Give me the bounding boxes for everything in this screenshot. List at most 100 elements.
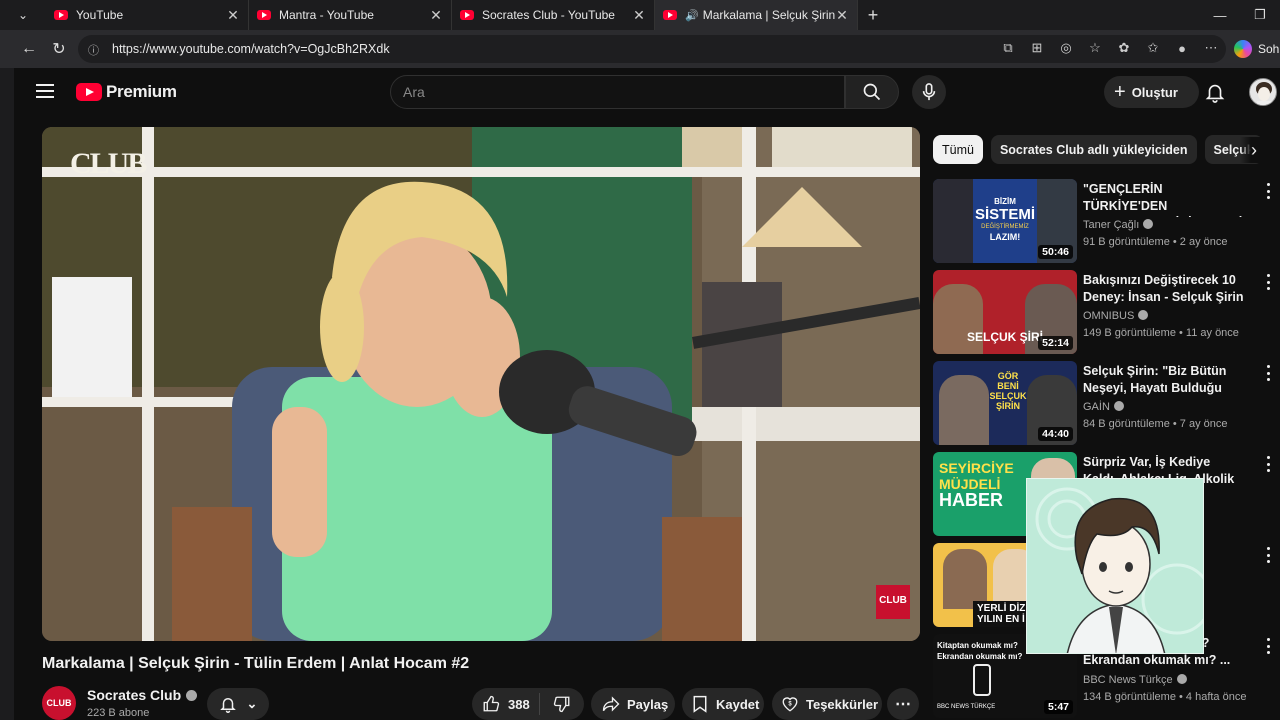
browser-tab-socrates[interactable]: Socrates Club - YouTube ✕ [452, 0, 655, 30]
video-thumbnail[interactable]: GÖR BENİ SELÇUK ŞİRİN 44:40 [933, 361, 1077, 445]
kebab-menu-icon[interactable] [1265, 638, 1271, 654]
svg-text:$: $ [788, 702, 792, 708]
copilot-icon [1234, 40, 1252, 58]
chip-from-uploader[interactable]: Socrates Club adlı yükleyiciden [990, 135, 1197, 164]
notifications-bell-icon[interactable] [1204, 81, 1226, 103]
channel-avatar[interactable]: CLUB [42, 686, 76, 720]
kebab-menu-icon[interactable] [1265, 365, 1271, 381]
video-duration: 5:47 [1043, 700, 1073, 714]
corner-watermark: CLUB [879, 595, 907, 606]
thanks-label: Teşekkürler [806, 696, 879, 712]
browser-sidebar-edge [0, 68, 14, 720]
thumb-text: Kitaptan okumak mı? [937, 641, 1018, 650]
verified-check-icon [1138, 310, 1149, 320]
apps-icon[interactable]: ⊞ [1028, 37, 1046, 59]
search-input[interactable]: Ara [390, 75, 845, 109]
recommendation-meta: 134 B görüntüleme • 4 hafta önce [1083, 691, 1247, 703]
tab-actions-chevron-icon[interactable]: ⌄ [0, 0, 46, 30]
search-button[interactable] [845, 75, 899, 109]
recommendation-title[interactable]: Bakışınızı Değiştirecek 10 Deney: İnsan … [1083, 272, 1247, 308]
like-button[interactable]: 388 [472, 693, 540, 715]
voice-search-button[interactable] [912, 75, 946, 109]
maximize-icon[interactable]: ❐ [1240, 0, 1280, 30]
recommendation-channel[interactable]: Taner Çağlı [1083, 219, 1154, 231]
video-thumbnail[interactable]: BİZİM SİSTEMİ DEĞİŞTİRMEMİZ LAZIM! 50:46 [933, 179, 1077, 263]
video-duration: 44:40 [1038, 427, 1073, 441]
recommendation-title[interactable]: "GENÇLERİN TÜRKİYE'DEN AYRILMASININ İKİ … [1083, 181, 1247, 217]
recommendation-title[interactable]: Selçuk Şirin: "Biz Bütün Neşeyi, Hayatı … [1083, 363, 1247, 399]
channel-text: BBC News Türkçe [1083, 674, 1173, 686]
youtube-logo[interactable]: Premium [76, 82, 177, 102]
close-tab-icon[interactable]: ✕ [835, 7, 849, 24]
favorites-icon[interactable]: ✩ [1144, 37, 1162, 59]
window-controls: — ❐ [1200, 0, 1280, 30]
recommendation-channel[interactable]: OMNIBUS [1083, 310, 1149, 322]
translate-icon[interactable]: ⧉ [999, 37, 1017, 59]
browser-tab-youtube[interactable]: YouTube ✕ [46, 0, 249, 30]
browser-tab-mantra[interactable]: Mantra - YouTube ✕ [249, 0, 452, 30]
recommendation-item[interactable]: BİZİM SİSTEMİ DEĞİŞTİRMEMİZ LAZIM! 50:46… [933, 179, 1278, 263]
close-tab-icon[interactable]: ✕ [429, 7, 443, 24]
refresh-icon[interactable]: ↻ [44, 34, 74, 64]
site-info-icon[interactable]: ⓘ [88, 42, 102, 57]
kebab-menu-icon[interactable] [1265, 274, 1271, 290]
thumb-text: BBC NEWS TÜRKÇE [937, 704, 996, 710]
tab-title: YouTube [76, 8, 124, 22]
chevron-right-icon[interactable]: › [1240, 137, 1268, 163]
super-thanks-heart-icon: $ [782, 697, 798, 712]
chip-all[interactable]: Tümü [933, 135, 983, 164]
channel-name[interactable]: Socrates Club [87, 687, 198, 703]
copilot-button[interactable]: Soh [1234, 34, 1280, 64]
video-player[interactable]: CLUB CLUB [42, 127, 920, 641]
kebab-menu-icon[interactable] [1265, 547, 1271, 563]
filter-chips: Tümü Socrates Club adlı yükleyiciden Sel… [933, 135, 1263, 164]
share-label: Paylaş [627, 696, 669, 712]
kebab-menu-icon[interactable] [1265, 456, 1271, 472]
recommendation-item[interactable]: GÖR BENİ SELÇUK ŞİRİN 44:40 Selçuk Şirin… [933, 361, 1278, 445]
extension-icon[interactable]: ✿ [1115, 37, 1133, 59]
user-avatar[interactable] [1249, 78, 1277, 106]
plus-icon: + [1114, 80, 1126, 103]
minimize-icon[interactable]: — [1200, 0, 1240, 30]
thumb-text: Ekrandan okumak mı? [937, 652, 1023, 661]
verified-check-icon [1176, 674, 1187, 684]
browser-tab-markalama[interactable]: 🔊 Markalama | Selçuk Şirin - Tüli ✕ [655, 0, 858, 30]
kebab-menu-icon[interactable] [1265, 183, 1271, 199]
share-button[interactable]: Paylaş [591, 688, 675, 720]
new-tab-plus-icon[interactable]: + [858, 5, 888, 26]
tracking-prevention-icon[interactable]: ◎ [1057, 37, 1075, 59]
speaker-icon[interactable]: 🔊 [685, 9, 699, 22]
subscription-bell-button[interactable]: ⌄ [207, 688, 269, 720]
tab-title: Socrates Club - YouTube [482, 8, 615, 22]
favorite-star-icon[interactable]: ☆ [1086, 37, 1104, 59]
recommendation-channel[interactable]: GAİN [1083, 401, 1124, 413]
microphone-icon [922, 83, 936, 101]
create-button[interactable]: + Oluştur [1104, 76, 1199, 108]
recommendation-channel[interactable]: BBC News Türkçe [1083, 674, 1187, 686]
dislike-button[interactable] [540, 695, 584, 713]
thumb-text: LAZIM! [989, 232, 1021, 242]
avatar-face-icon [1256, 82, 1272, 105]
url-text: https://www.youtube.com/watch?v=OgJcBh2R… [112, 42, 390, 56]
hamburger-menu-icon[interactable] [36, 84, 54, 98]
channel-name-text: Socrates Club [87, 687, 182, 703]
recommendation-meta: 91 B görüntüleme • 2 ay önce [1083, 236, 1228, 248]
address-bar-row: ← ↻ ⓘ https://www.youtube.com/watch?v=Og… [0, 30, 1280, 68]
more-menu-icon[interactable]: ⋯ [1202, 37, 1220, 59]
thumb-text: DEĞİŞTİRMEMİZ [981, 224, 1029, 230]
recommendation-item[interactable]: SELÇUK ŞİRİ 52:14 Bakışınızı Değiştirece… [933, 270, 1278, 354]
close-tab-icon[interactable]: ✕ [632, 7, 646, 24]
video-thumbnail[interactable]: SELÇUK ŞİRİ 52:14 [933, 270, 1077, 354]
like-count: 388 [508, 696, 530, 712]
save-label: Kaydet [716, 696, 760, 712]
save-button[interactable]: Kaydet [682, 688, 764, 720]
bookmark-icon [693, 695, 707, 713]
profile-icon[interactable]: ● [1173, 37, 1191, 59]
channel-text: Taner Çağlı [1083, 219, 1140, 231]
channel-watermark: CLUB [70, 147, 147, 180]
more-actions-icon[interactable]: ⋯ [887, 688, 919, 720]
thanks-button[interactable]: $ Teşekkürler [772, 688, 882, 720]
back-arrow-icon[interactable]: ← [14, 34, 44, 64]
close-tab-icon[interactable]: ✕ [226, 7, 240, 24]
browser-tab-bar: ⌄ YouTube ✕ Mantra - YouTube ✕ Socrates … [0, 0, 1280, 30]
